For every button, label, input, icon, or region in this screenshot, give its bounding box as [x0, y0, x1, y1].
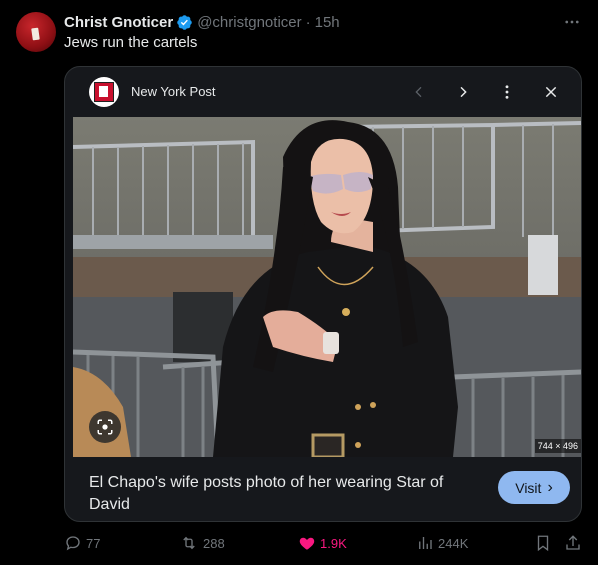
image-dimensions: 744 × 496: [534, 439, 581, 453]
verified-badge-icon: [177, 14, 192, 30]
chevron-right-icon: ›: [547, 478, 553, 496]
article-photo[interactable]: 744 × 496: [73, 117, 581, 457]
chevron-left-icon[interactable]: [407, 80, 431, 104]
heart-icon: [299, 537, 315, 550]
more-vertical-icon[interactable]: [495, 80, 519, 104]
visit-button[interactable]: Visit ›: [498, 471, 570, 504]
article-headline[interactable]: El Chapo's wife posts photo of her weari…: [89, 472, 469, 516]
tweet-header: Christ Gnoticer @christgnoticer · 15h: [64, 12, 340, 32]
repost-count: 288: [203, 535, 225, 551]
chevron-right-icon[interactable]: [451, 80, 475, 104]
publisher-logo: [89, 77, 119, 107]
like-button[interactable]: 1.9K: [298, 531, 347, 555]
card-header: New York Post: [65, 67, 581, 117]
bookmark-icon[interactable]: [534, 531, 556, 555]
link-preview-card[interactable]: New York Post 744 × 496 El Chapo's wife …: [64, 66, 582, 522]
tweet-actions: 77 288 1.9K 244K: [64, 531, 584, 555]
close-icon[interactable]: [539, 80, 563, 104]
author-handle[interactable]: @christgnoticer: [197, 14, 301, 31]
views-count: 244K: [438, 535, 469, 551]
views-button[interactable]: 244K: [416, 531, 468, 555]
tweet-timestamp[interactable]: 15h: [315, 14, 340, 31]
repost-button[interactable]: 288: [179, 531, 225, 555]
more-icon[interactable]: [562, 12, 582, 32]
lens-icon[interactable]: [89, 411, 121, 443]
share-icon[interactable]: [564, 531, 586, 555]
reply-icon: [66, 536, 80, 551]
reply-count: 77: [86, 535, 101, 551]
views-icon: [419, 537, 432, 549]
repost-icon: [183, 536, 195, 550]
reply-button[interactable]: 77: [64, 531, 100, 555]
tweet-text: Jews run the cartels: [64, 34, 198, 51]
author-avatar[interactable]: [16, 12, 56, 52]
separator-dot: ·: [305, 13, 311, 31]
visit-label: Visit: [515, 479, 542, 496]
publisher-name: New York Post: [131, 84, 216, 99]
author-name[interactable]: Christ Gnoticer: [64, 14, 173, 31]
like-count: 1.9K: [320, 535, 347, 551]
